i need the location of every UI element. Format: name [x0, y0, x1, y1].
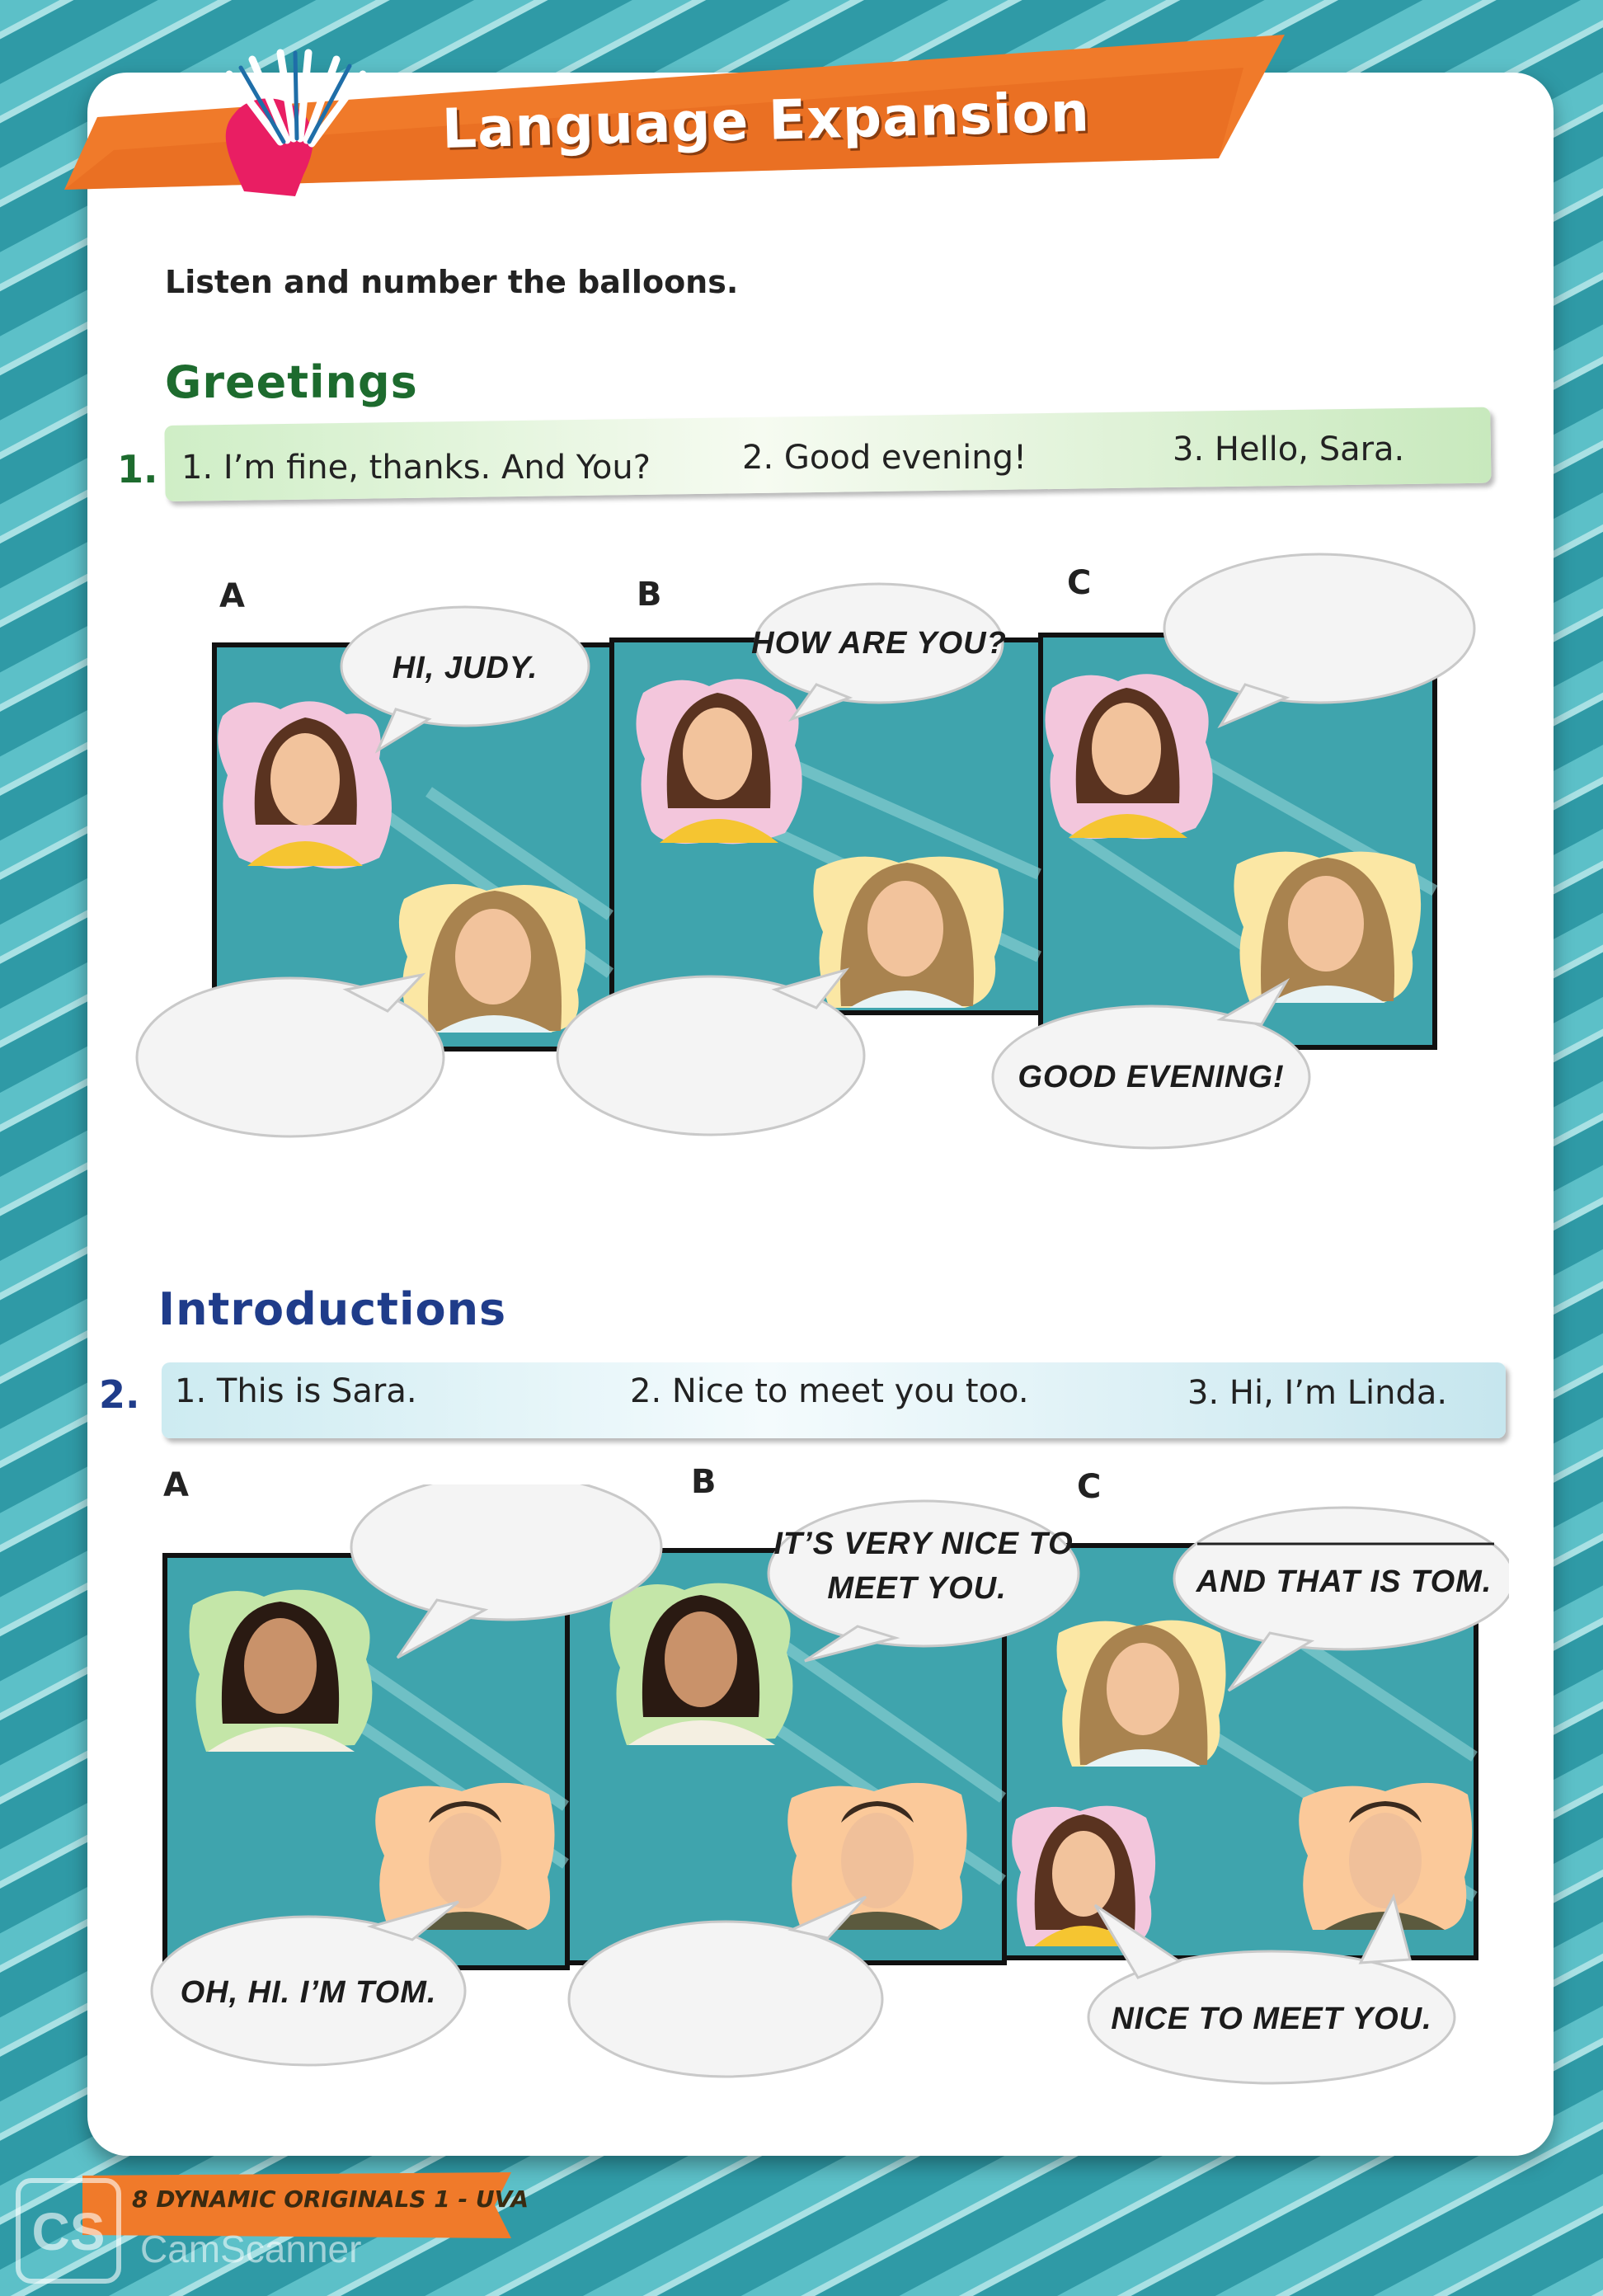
balloon-text-and-that-is-tom: AND THAT IS TOM.	[1196, 1564, 1493, 1599]
portrait-linda-a	[189, 1589, 373, 1752]
balloon-text-nice-to-meet-you: NICE TO MEET YOU.	[1111, 2002, 1431, 2036]
greetings-option-2: 2. Good evening!	[742, 439, 1027, 477]
balloon-text-oh-hi-tom: OH, HI. I’M TOM.	[181, 1975, 437, 2010]
greetings-heading: Greetings	[165, 356, 418, 408]
portrait-sara-a	[398, 884, 585, 1033]
answer-balloon	[350, 1484, 663, 1621]
footer-text: 8 DYNAMIC ORIGINALS 1 - UVA	[132, 2185, 529, 2213]
portrait-linda-b	[609, 1583, 793, 1745]
balloon-text-hi-judy: HI, JUDY.	[393, 651, 538, 685]
portrait-tom-c	[1299, 1782, 1473, 1930]
portrait-judy-c	[1012, 1805, 1156, 1946]
instruction-text: Listen and number the balloons.	[165, 264, 739, 300]
watermark-badge: CS	[32, 2202, 106, 2261]
introductions-comic: IT’S VERY NICE TO MEET YOU. AND THAT IS …	[150, 1484, 1509, 2085]
portrait-sara-c	[1234, 851, 1422, 1003]
portrait-judy-a	[218, 701, 392, 869]
introductions-heading: Introductions	[158, 1283, 507, 1335]
balloon-text-very-nice-2: MEET YOU.	[827, 1571, 1006, 1606]
portrait-judy-b	[636, 679, 802, 845]
balloon-text-how-are-you: HOW ARE YOU?	[751, 626, 1007, 661]
greetings-comic: HI, JUDY. HOW ARE YOU? GOOD EVENING!	[135, 553, 1476, 1150]
introductions-option-2: 2. Nice to meet you too.	[630, 1372, 1029, 1410]
portrait-tom-b	[787, 1782, 967, 1930]
portrait-sara-b	[813, 856, 1004, 1008]
watermark-text: CamScanner	[140, 2228, 362, 2270]
introductions-option-1: 1. This is Sara.	[175, 1372, 417, 1410]
portrait-sara-c	[1056, 1620, 1226, 1767]
exercise-number-2: 2.	[99, 1372, 140, 1417]
balloon-text-good-evening: GOOD EVENING!	[1018, 1060, 1284, 1094]
greetings-option-3: 3. Hello, Sara.	[1173, 430, 1405, 468]
greetings-option-1: 1. I’m fine, thanks. And You?	[181, 449, 651, 487]
answer-balloon	[567, 1920, 884, 2078]
exercise-number-1: 1.	[117, 447, 158, 492]
balloon-text-very-nice-1: IT’S VERY NICE TO	[773, 1527, 1073, 1561]
answer-balloon	[1163, 553, 1476, 704]
portrait-tom-a	[375, 1782, 555, 1930]
introductions-option-3: 3. Hi, I’m Linda.	[1187, 1374, 1448, 1412]
portrait-judy-c	[1045, 674, 1213, 840]
camscanner-logo-icon: CS	[16, 2178, 121, 2284]
